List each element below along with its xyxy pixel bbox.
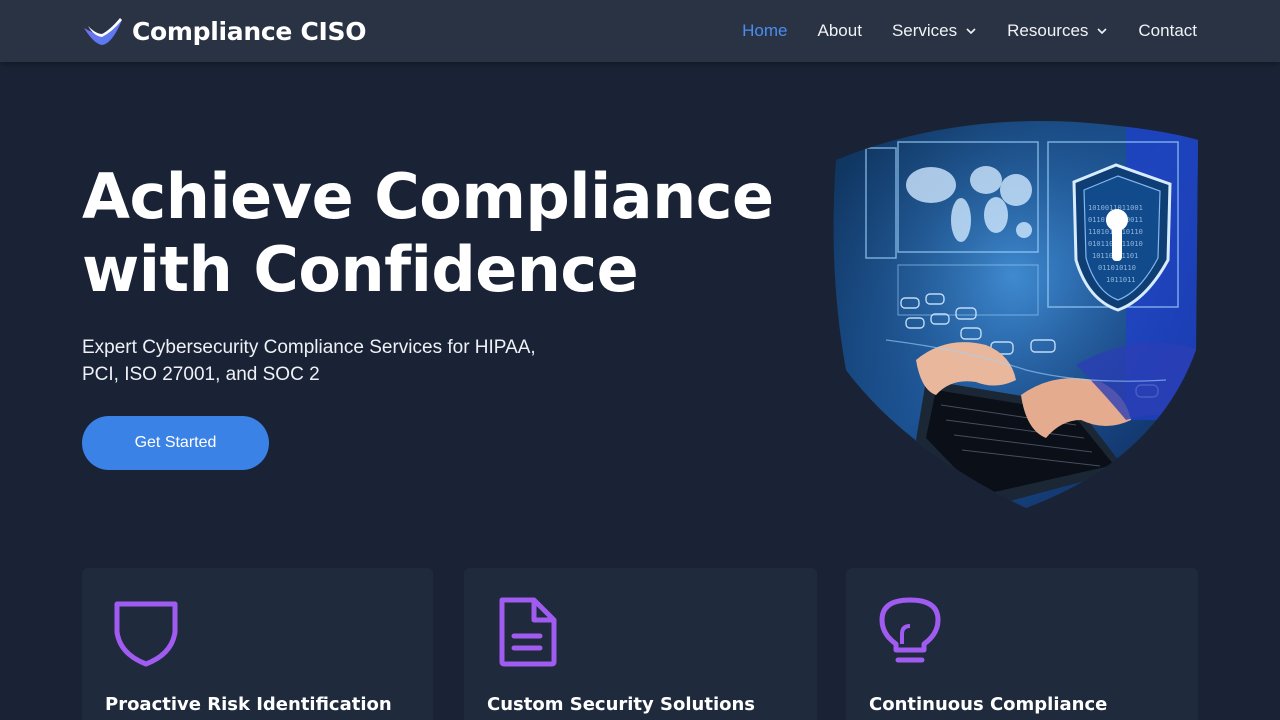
check-ribbon-icon xyxy=(84,18,122,45)
nav-item-about[interactable]: About xyxy=(818,21,862,41)
feature-card-title: Custom Security Solutions xyxy=(487,694,756,715)
hero-subtitle: Expert Cybersecurity Compliance Services… xyxy=(82,334,582,388)
chevron-down-icon xyxy=(1097,28,1107,35)
nav-item-label: Resources xyxy=(1007,21,1089,40)
hero-title-line1: Achieve Compliance xyxy=(82,160,774,233)
feature-card-compliance: Continuous Compliance xyxy=(846,568,1198,720)
shield-lock-laptop-image: 1010011011001 0110101010011 110101001011… xyxy=(833,121,1199,509)
feature-card-risk: Proactive Risk Identification xyxy=(82,568,433,720)
site-header: Compliance CISO Home About Services Reso… xyxy=(0,0,1280,62)
nav-item-home[interactable]: Home xyxy=(742,21,787,41)
svg-text:1011011: 1011011 xyxy=(1106,276,1136,284)
svg-text:011010110: 011010110 xyxy=(1098,264,1136,272)
brand-name: Compliance CISO xyxy=(132,16,367,46)
shield-icon xyxy=(114,601,178,667)
hero-subtitle-line1: Expert Cybersecurity Compliance Services… xyxy=(82,337,536,358)
feature-card-title: Continuous Compliance xyxy=(869,694,1108,715)
nav-item-label: Services xyxy=(891,21,958,40)
chevron-down-icon xyxy=(966,28,976,35)
main-nav: Home About Services Resources Contact xyxy=(712,0,1197,62)
hero-subtitle-line2: PCI, ISO 27001, and SOC 2 xyxy=(82,364,320,385)
lightbulb-icon xyxy=(879,597,941,663)
feature-card-title: Proactive Risk Identification xyxy=(105,694,392,715)
nav-item-label: Contact xyxy=(1138,21,1197,40)
nav-item-label: Home xyxy=(742,21,788,40)
document-icon xyxy=(499,597,557,667)
feature-card-solutions: Custom Security Solutions xyxy=(464,568,817,720)
nav-item-contact[interactable]: Contact xyxy=(1138,21,1197,41)
nav-item-label: About xyxy=(817,21,862,40)
get-started-button[interactable]: Get Started xyxy=(82,416,269,470)
nav-item-resources[interactable]: Resources xyxy=(1007,21,1108,41)
nav-item-services[interactable]: Services xyxy=(892,21,977,41)
brand-logo[interactable]: Compliance CISO xyxy=(82,13,366,49)
hero-title: Achieve Compliance with Confidence xyxy=(82,160,802,306)
hero-title-line2: with Confidence xyxy=(82,233,639,306)
